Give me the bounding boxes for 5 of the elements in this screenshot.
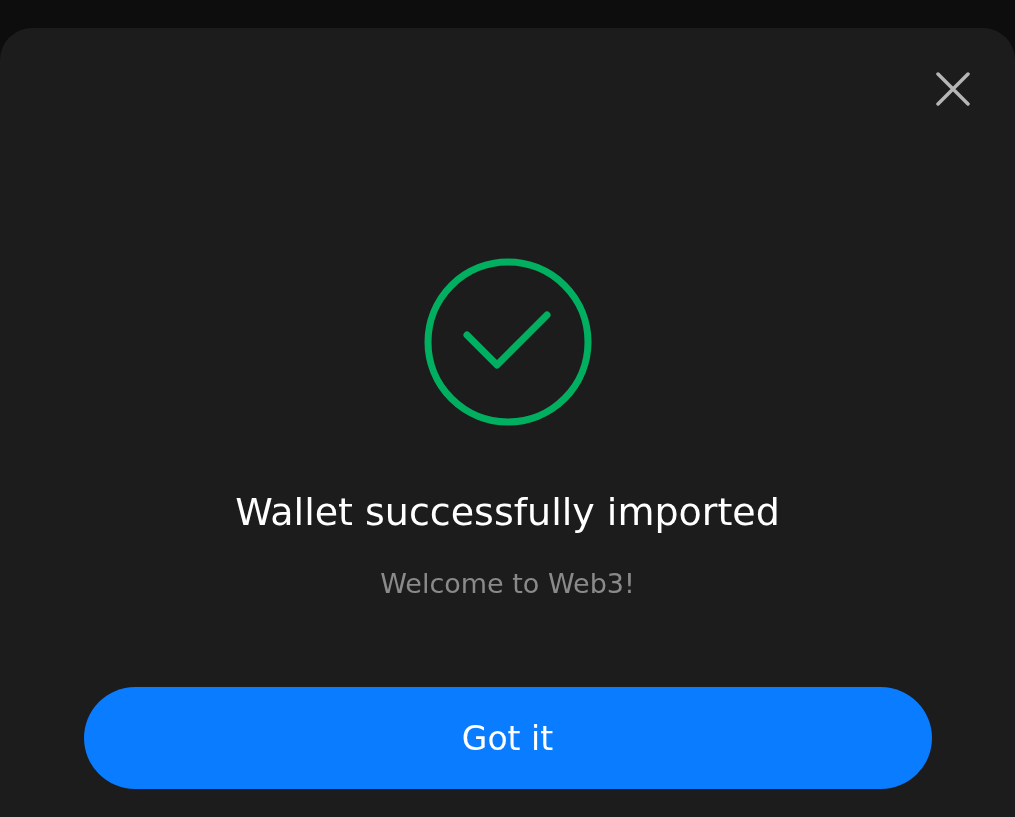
close-icon[interactable] bbox=[936, 72, 970, 106]
dialog-title: Wallet successfully imported bbox=[235, 489, 780, 536]
got-it-button[interactable]: Got it bbox=[83, 687, 932, 789]
dialog-subtitle: Welcome to Web3! bbox=[380, 567, 635, 601]
success-check-icon bbox=[423, 258, 592, 426]
